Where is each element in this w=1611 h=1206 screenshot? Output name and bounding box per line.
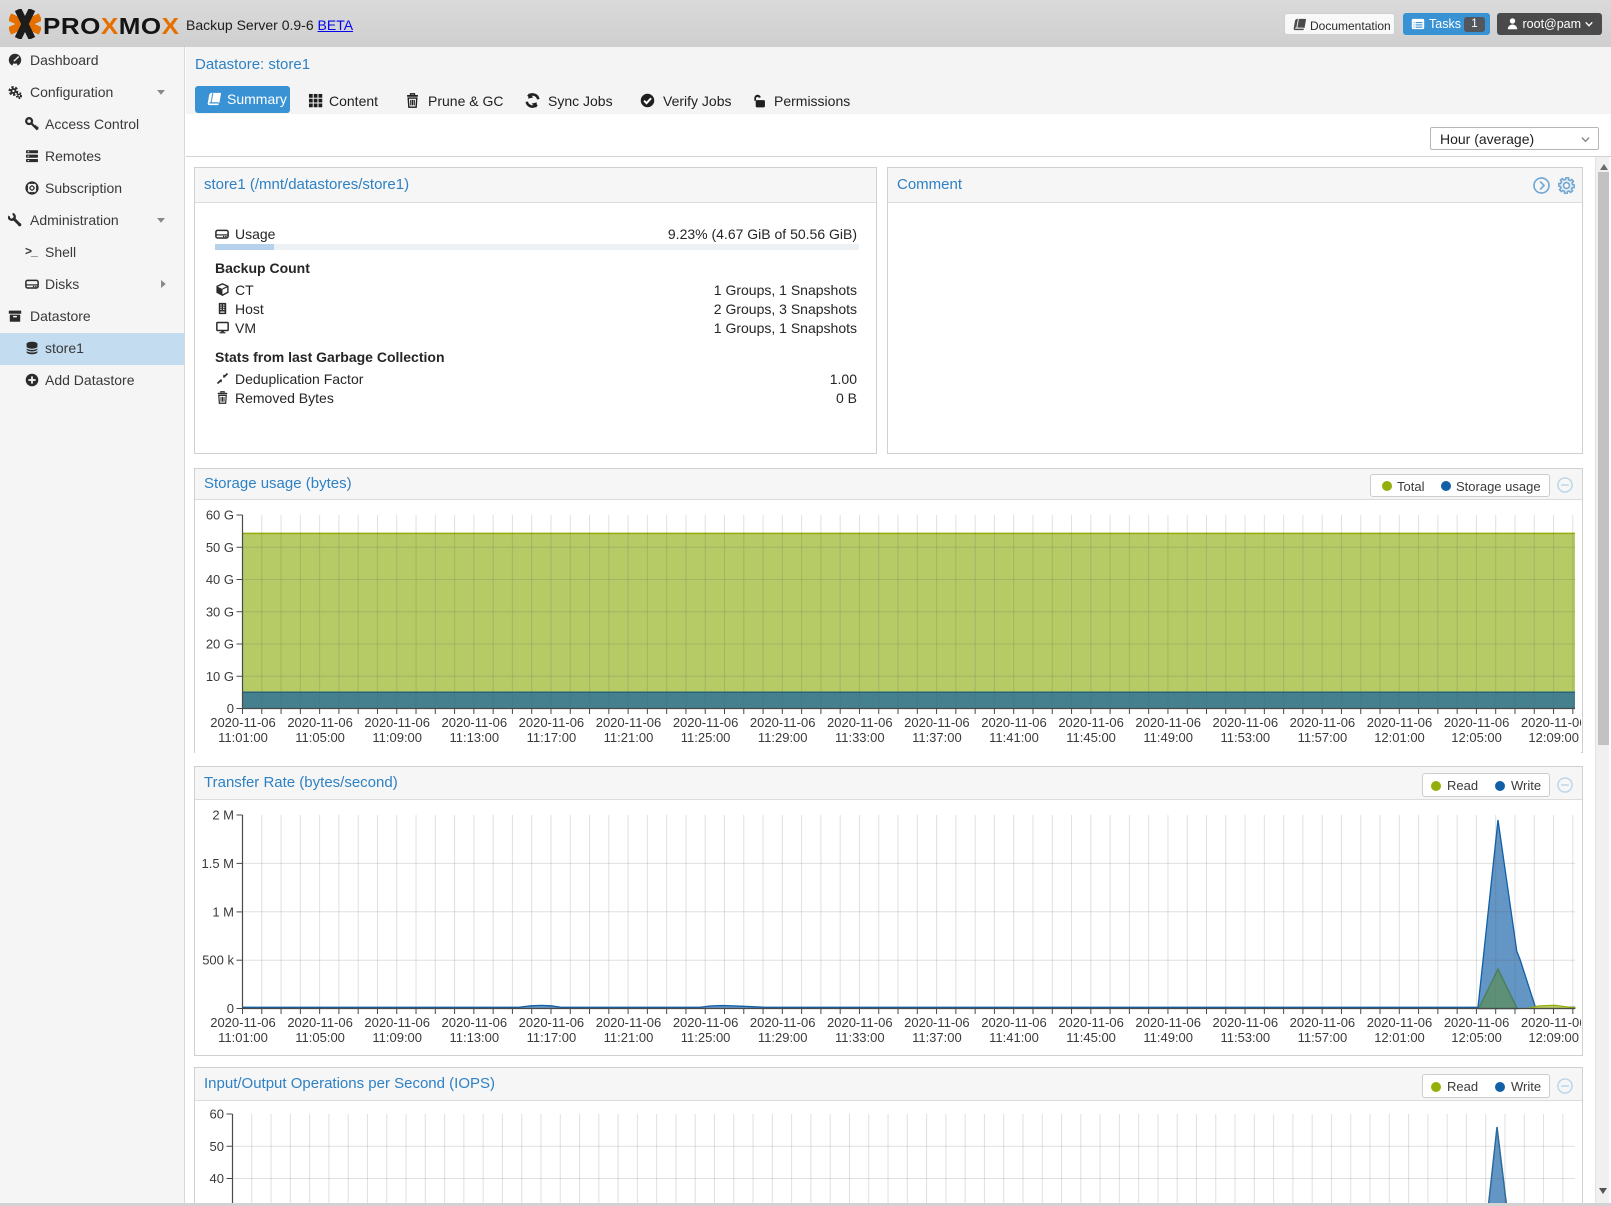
svg-text:0: 0 — [227, 1001, 234, 1016]
svg-text:11:25:00: 11:25:00 — [681, 1030, 731, 1045]
svg-text:2 M: 2 M — [212, 808, 234, 823]
svg-text:2020-11-06: 2020-11-06 — [1367, 1015, 1433, 1030]
svg-text:2020-11-06: 2020-11-06 — [1058, 715, 1124, 730]
svg-text:20 G: 20 G — [206, 637, 234, 652]
svg-text:11:09:00: 11:09:00 — [372, 1030, 422, 1045]
svg-text:2020-11-06: 2020-11-06 — [904, 1015, 970, 1030]
svg-text:2020-11-06: 2020-11-06 — [1058, 1015, 1124, 1030]
svg-text:11:45:00: 11:45:00 — [1066, 730, 1116, 745]
svg-text:2020-11-06: 2020-11-06 — [287, 1015, 353, 1030]
svg-text:2020-11-06: 2020-11-06 — [1213, 715, 1279, 730]
svg-text:2020-11-06: 2020-11-06 — [750, 1015, 816, 1030]
svg-text:2020-11-06: 2020-11-06 — [519, 715, 585, 730]
svg-text:11:45:00: 11:45:00 — [1066, 1030, 1116, 1045]
svg-text:50 G: 50 G — [206, 540, 234, 555]
svg-text:11:37:00: 11:37:00 — [912, 730, 962, 745]
svg-text:11:53:00: 11:53:00 — [1220, 1030, 1270, 1045]
svg-text:11:53:00: 11:53:00 — [1220, 730, 1270, 745]
svg-text:11:41:00: 11:41:00 — [989, 1030, 1039, 1045]
svg-text:12:09:00: 12:09:00 — [1528, 730, 1579, 745]
svg-text:12:09:00: 12:09:00 — [1528, 1030, 1579, 1045]
svg-text:11:13:00: 11:13:00 — [449, 730, 499, 745]
svg-text:60: 60 — [210, 1107, 224, 1122]
svg-text:2020-11-06: 2020-11-06 — [596, 715, 662, 730]
svg-text:40: 40 — [210, 1171, 224, 1186]
svg-text:11:13:00: 11:13:00 — [449, 1030, 499, 1045]
svg-text:2020-11-06: 2020-11-06 — [904, 715, 970, 730]
svg-text:11:41:00: 11:41:00 — [989, 730, 1039, 745]
svg-text:11:33:00: 11:33:00 — [835, 1030, 885, 1045]
svg-text:2020-11-06: 2020-11-06 — [1135, 1015, 1201, 1030]
svg-text:11:17:00: 11:17:00 — [527, 730, 577, 745]
svg-text:11:05:00: 11:05:00 — [295, 1030, 345, 1045]
svg-text:1 M: 1 M — [212, 904, 234, 919]
svg-text:2020-11-06: 2020-11-06 — [519, 1015, 585, 1030]
svg-text:11:57:00: 11:57:00 — [1298, 1030, 1348, 1045]
svg-text:11:17:00: 11:17:00 — [527, 1030, 577, 1045]
svg-text:11:29:00: 11:29:00 — [758, 730, 808, 745]
svg-text:2020-11-06: 2020-11-06 — [1213, 1015, 1279, 1030]
svg-text:11:21:00: 11:21:00 — [604, 730, 654, 745]
svg-text:2020-11-06: 2020-11-06 — [596, 1015, 662, 1030]
svg-text:11:09:00: 11:09:00 — [372, 730, 422, 745]
svg-text:11:57:00: 11:57:00 — [1298, 730, 1348, 745]
svg-text:11:49:00: 11:49:00 — [1143, 730, 1193, 745]
svg-text:2020-11-06: 2020-11-06 — [673, 715, 739, 730]
svg-text:11:05:00: 11:05:00 — [295, 730, 345, 745]
svg-text:12:05:00: 12:05:00 — [1451, 1030, 1502, 1045]
svg-text:2020-11-06: 2020-11-06 — [1444, 1015, 1510, 1030]
svg-text:50: 50 — [210, 1139, 224, 1154]
svg-text:11:29:00: 11:29:00 — [758, 1030, 808, 1045]
svg-text:2020-11-06: 2020-11-06 — [287, 715, 353, 730]
svg-text:2020-11-06: 2020-11-06 — [1290, 1015, 1356, 1030]
svg-text:2020-11-06: 2020-11-06 — [364, 1015, 430, 1030]
svg-text:11:33:00: 11:33:00 — [835, 730, 885, 745]
svg-text:2020-11-06: 2020-11-06 — [673, 1015, 739, 1030]
svg-text:2020-11-06: 2020-11-06 — [750, 715, 816, 730]
svg-text:2020-11-06: 2020-11-06 — [442, 715, 508, 730]
svg-text:12:05:00: 12:05:00 — [1451, 730, 1502, 745]
svg-text:2020-11-06: 2020-11-06 — [1135, 715, 1201, 730]
svg-text:2020-11-06: 2020-11-06 — [827, 715, 893, 730]
svg-text:11:21:00: 11:21:00 — [604, 1030, 654, 1045]
svg-text:2020-11-06: 2020-11-06 — [1444, 715, 1510, 730]
svg-text:500 k: 500 k — [202, 953, 234, 968]
svg-text:11:37:00: 11:37:00 — [912, 1030, 962, 1045]
svg-text:2020-11-06: 2020-11-06 — [981, 715, 1047, 730]
svg-text:2020-11-06: 2020-11-06 — [442, 1015, 508, 1030]
svg-text:10 G: 10 G — [206, 669, 234, 684]
svg-text:11:25:00: 11:25:00 — [681, 730, 731, 745]
svg-text:60 G: 60 G — [206, 508, 234, 523]
svg-text:2020-11-06: 2020-11-06 — [981, 1015, 1047, 1030]
svg-text:2020-11-06: 2020-11-06 — [210, 1015, 276, 1030]
svg-text:12:01:00: 12:01:00 — [1374, 1030, 1425, 1045]
svg-text:2020-11-06: 2020-11-06 — [210, 715, 276, 730]
svg-text:1.5 M: 1.5 M — [201, 856, 234, 871]
svg-text:12:01:00: 12:01:00 — [1374, 730, 1425, 745]
svg-text:2020-11-06: 2020-11-06 — [827, 1015, 893, 1030]
svg-text:11:49:00: 11:49:00 — [1143, 1030, 1193, 1045]
svg-text:2020-11-06: 2020-11-06 — [1521, 1015, 1581, 1030]
svg-text:2020-11-06: 2020-11-06 — [1521, 715, 1581, 730]
svg-text:11:01:00: 11:01:00 — [218, 730, 268, 745]
svg-text:0: 0 — [227, 701, 234, 716]
svg-text:2020-11-06: 2020-11-06 — [1367, 715, 1433, 730]
svg-text:2020-11-06: 2020-11-06 — [364, 715, 430, 730]
svg-text:40 G: 40 G — [206, 572, 234, 587]
svg-text:2020-11-06: 2020-11-06 — [1290, 715, 1356, 730]
svg-text:11:01:00: 11:01:00 — [218, 1030, 268, 1045]
svg-text:30 G: 30 G — [206, 604, 234, 619]
